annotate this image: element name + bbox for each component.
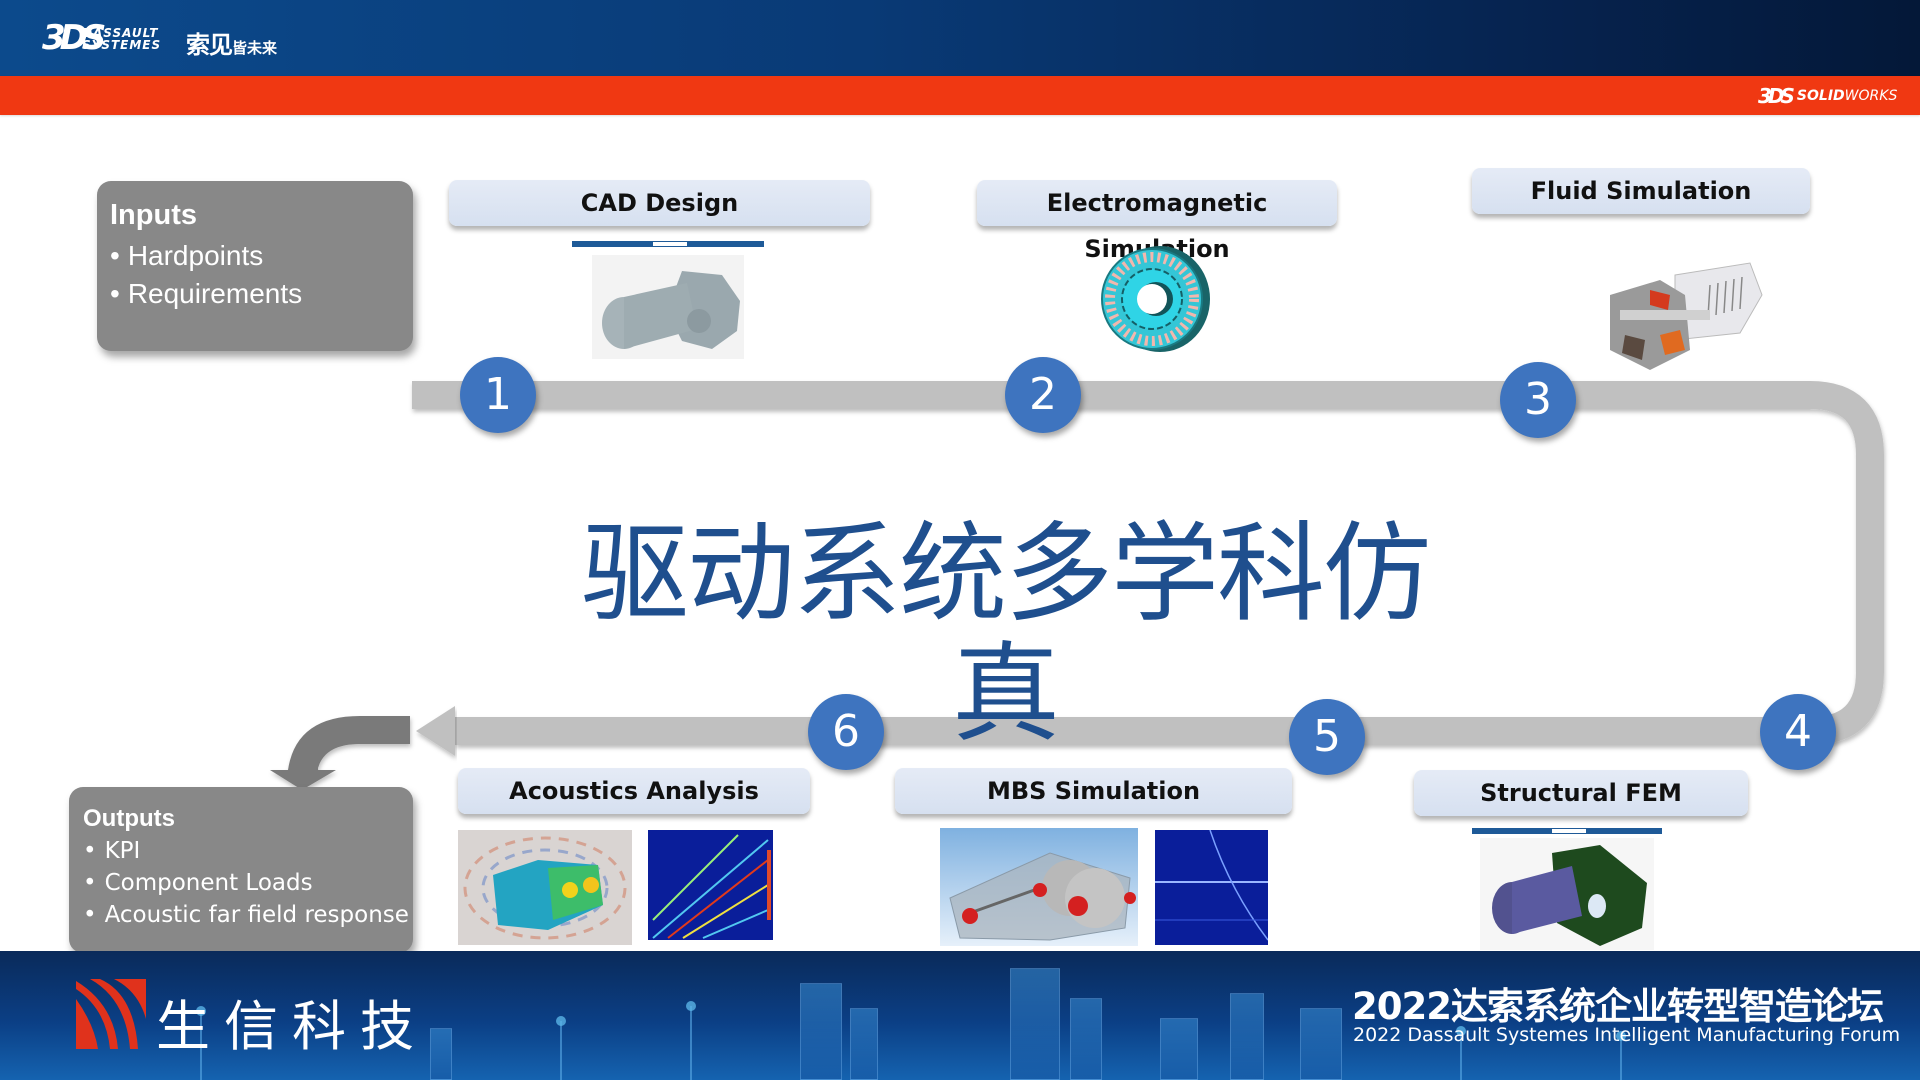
forum-title-en: 2022 Dassault Systemes Intelligent Manuf… xyxy=(1353,1024,1901,1046)
inputs-list: • Hardpoints • Requirements xyxy=(110,237,302,313)
step-2-badge: 2 xyxy=(1005,357,1081,433)
outputs-title: Outputs xyxy=(83,805,175,832)
step-label-cad-design: CAD Design xyxy=(449,180,870,226)
outputs-box: Outputs • KPI • Component Loads • Acoustic … xyxy=(69,787,413,953)
step-3-badge: 3 xyxy=(1500,362,1576,438)
stator-ring-image xyxy=(1101,246,1210,352)
campbell-diagram-image xyxy=(1155,830,1268,945)
step-1-badge: 1 xyxy=(460,357,536,433)
step-label-acoustics: Acoustics Analysis xyxy=(458,768,810,814)
inputs-title: Inputs xyxy=(110,199,197,231)
outputs-list: • KPI • Component Loads • Acoustic far fiel… xyxy=(83,835,409,931)
motor-cutaway-image xyxy=(1610,262,1763,370)
step-label-mbs: MBS Simulation xyxy=(895,768,1292,814)
step-label-electromagnetic: Electromagnetic Simulation xyxy=(977,180,1337,263)
flow-arrowhead xyxy=(416,706,455,756)
acoustic-field-image xyxy=(458,830,632,945)
output-curved-arrow xyxy=(270,716,410,790)
outputs-item: • Acoustic far field response xyxy=(83,902,409,928)
inputs-box: Inputs • Hardpoints • Requirements xyxy=(97,181,413,351)
step-4-badge: 4 xyxy=(1760,694,1836,770)
company-name: 生信科技 xyxy=(156,995,428,1058)
forum-title-cn: 2022达索系统企业转型智造论坛 xyxy=(1352,985,1884,1028)
cad-gearbox-motor-image xyxy=(572,241,764,365)
inputs-item: • Requirements xyxy=(110,278,303,309)
outputs-item: • Component Loads xyxy=(83,870,313,896)
outputs-item: • KPI xyxy=(83,838,141,864)
shengxin-logo-icon xyxy=(76,979,146,1049)
step-label-structural-fem: Structural FEM xyxy=(1414,770,1748,816)
inputs-item: • Hardpoints xyxy=(110,240,264,271)
fem-gearbox-image xyxy=(1472,828,1662,953)
step-label-fluid: Fluid Simulation xyxy=(1472,168,1810,214)
acoustic-spectrum-image xyxy=(648,830,773,940)
main-title: 驱动系统多学科仿真 xyxy=(580,512,1431,757)
mbs-gearbox-image xyxy=(940,828,1138,946)
